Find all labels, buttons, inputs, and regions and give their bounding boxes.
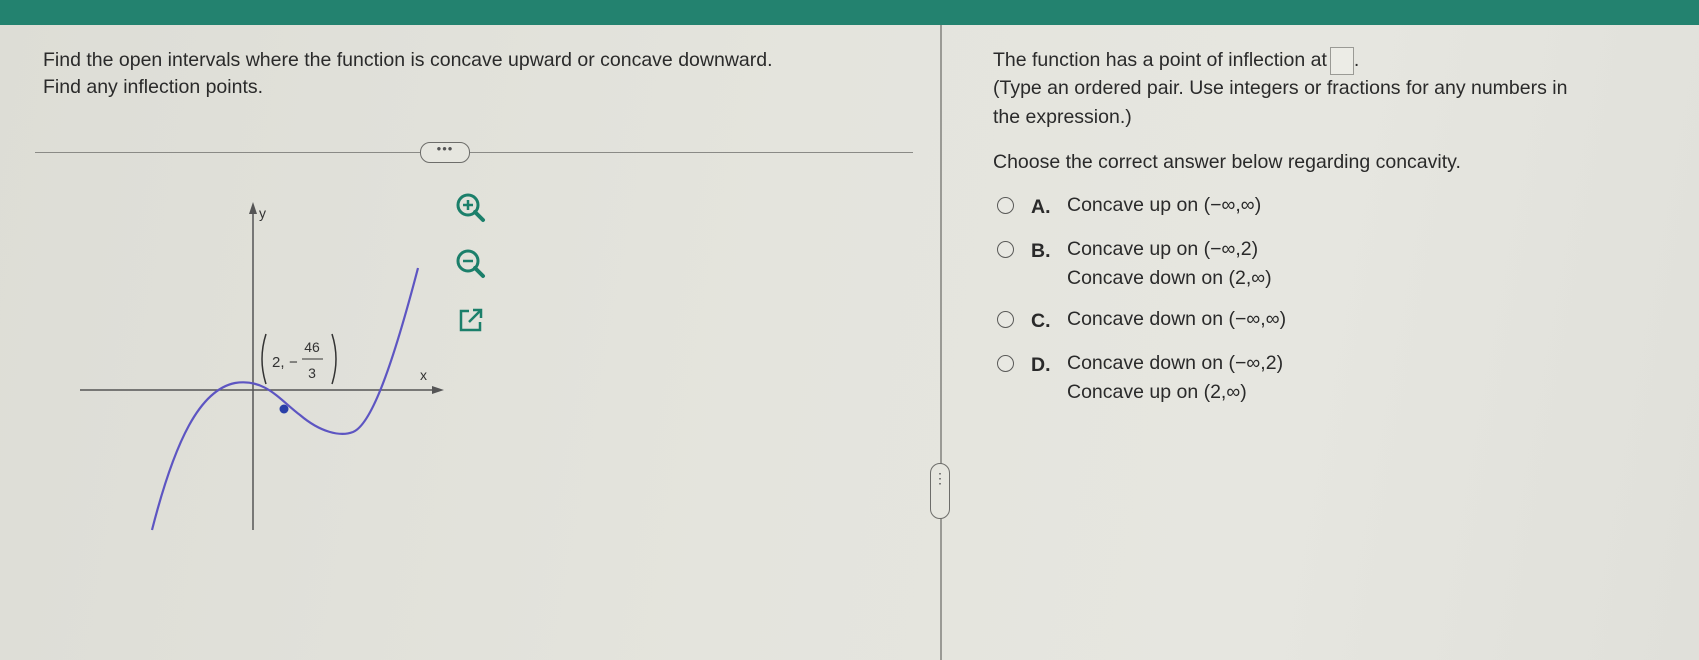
section-divider-left — [35, 152, 420, 153]
zoom-in-icon[interactable] — [452, 189, 490, 227]
option-line-1: Concave up on (−∞,∞) — [1067, 194, 1262, 216]
option-line-1: Concave up on (−∞,2) — [1067, 238, 1259, 260]
radio-button[interactable] — [997, 355, 1014, 372]
inflection-question: The function has a point of inflection a… — [993, 47, 1359, 75]
x-axis-label: x — [420, 367, 427, 383]
option-text: Concave up on (−∞,∞) — [1067, 191, 1261, 220]
choose-prompt: Choose the correct answer below regardin… — [993, 151, 1461, 173]
point-label-numerator: 46 — [304, 339, 320, 355]
option-text: Concave up on (−∞,2) Concave down on (2,… — [1067, 235, 1272, 293]
option-line-1: Concave down on (−∞,∞) — [1067, 308, 1287, 330]
label-right-paren — [331, 333, 337, 385]
option-letter: A. — [1031, 196, 1051, 218]
radio-button[interactable] — [997, 241, 1014, 258]
question-line-1: Find the open intervals where the functi… — [43, 49, 773, 71]
inflection-text: The function has a point of inflection a… — [993, 49, 1327, 72]
option-letter: D. — [1031, 354, 1051, 376]
point-label-denominator: 3 — [308, 365, 316, 381]
section-divider-right — [468, 152, 913, 153]
instruction-line-1: (Type an ordered pair. Use integers or f… — [993, 77, 1568, 99]
option-line-2: Concave down on (2,∞) — [1067, 267, 1272, 289]
instruction-line-2: the expression.) — [993, 106, 1132, 128]
point-label-sign: − — [289, 354, 298, 371]
y-axis-label: y — [259, 205, 266, 221]
radio-button[interactable] — [997, 197, 1014, 214]
point-label-x: 2, — [272, 354, 285, 371]
y-axis-arrow — [249, 202, 257, 214]
pane-resize-handle[interactable]: ⋮ — [930, 463, 950, 519]
option-line-2: Concave up on (2,∞) — [1067, 381, 1247, 403]
inflection-period: . — [1353, 49, 1360, 72]
label-left-paren — [261, 333, 267, 385]
option-letter: C. — [1031, 310, 1051, 332]
zoom-out-icon[interactable] — [452, 245, 490, 283]
question-line-2: Find any inflection points. — [43, 76, 264, 98]
inflection-answer-box[interactable] — [1329, 47, 1354, 75]
function-graph: y x 2, − 46 3 — [80, 202, 444, 531]
expand-button[interactable]: ••• — [420, 142, 470, 163]
function-curve — [150, 267, 420, 531]
inflection-point — [279, 404, 289, 414]
option-line-1: Concave down on (−∞,2) — [1067, 352, 1284, 374]
pane-divider — [940, 25, 942, 660]
x-axis-arrow — [432, 386, 444, 394]
answer-pane: The function has a point of inflection a… — [993, 0, 1693, 660]
option-text: Concave down on (−∞,2) Concave up on (2,… — [1067, 349, 1283, 407]
option-text: Concave down on (−∞,∞) — [1067, 305, 1286, 334]
option-letter: B. — [1031, 240, 1051, 262]
question-pane: Find the open intervals where the functi… — [0, 25, 935, 660]
radio-button[interactable] — [997, 311, 1014, 328]
external-link-icon[interactable] — [452, 301, 490, 339]
question-text: Find the open intervals where the functi… — [43, 47, 773, 101]
